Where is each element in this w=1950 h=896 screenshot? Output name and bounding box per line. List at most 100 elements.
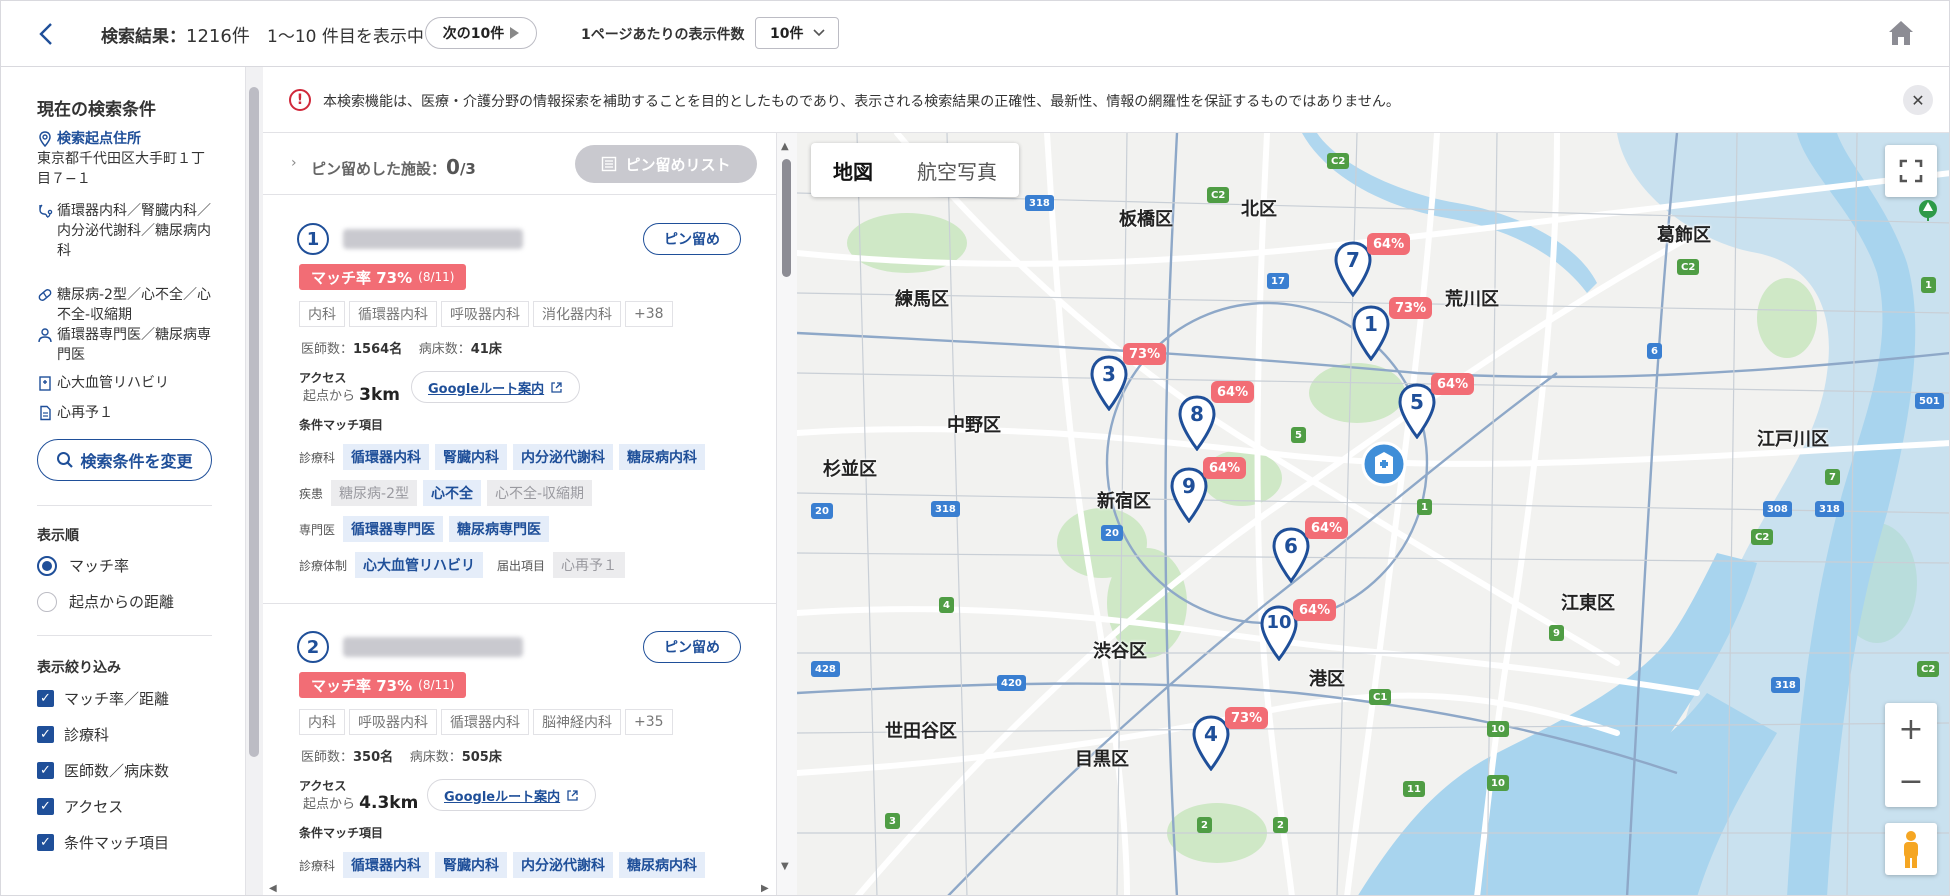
route-shield: 318 — [1815, 501, 1844, 517]
match-chip: 心大血管リハビリ — [355, 552, 484, 578]
per-page-select[interactable]: 10件 — [755, 17, 839, 49]
home-icon[interactable] — [1885, 17, 1917, 49]
map-type-tabs: 地図 航空写真 — [811, 143, 1019, 197]
range-text: 1〜10 件目を表示中 — [267, 27, 424, 47]
filter-match-distance[interactable]: ✓ マッチ率／距離 — [37, 688, 169, 709]
filter-condition-items[interactable]: ✓ 条件マッチ項目 — [37, 832, 169, 853]
scroll-down-arrow-icon[interactable]: ▼ — [781, 861, 789, 872]
street-view-pegman-icon[interactable] — [1885, 823, 1937, 875]
play-triangle-icon — [510, 27, 520, 39]
zoom-in-icon[interactable]: + — [1885, 703, 1937, 755]
next-page-button[interactable]: 次の10件 — [425, 17, 537, 49]
ward-label: 葛飾区 — [1657, 225, 1711, 246]
map-marker[interactable]: 8 — [1177, 395, 1217, 451]
facility-name-blurred[interactable] — [343, 637, 523, 657]
marker-match-badge: 73% — [1389, 297, 1433, 319]
scroll-up-arrow-icon[interactable]: ▲ — [781, 141, 789, 152]
doctors-value: 350名 — [353, 750, 394, 765]
result-card: 1 ピン留め マッチ率 73% (8/11) 内科 循環器内科 呼吸器内科 消化器… — [263, 223, 776, 578]
match-chip: 循環器専門医 — [343, 516, 444, 542]
more-tags[interactable]: +38 — [625, 301, 673, 327]
checkbox-checked[interactable]: ✓ — [37, 762, 54, 779]
condition-specialists: 循環器専門医／糖尿病専門医 — [37, 325, 212, 365]
match-chip: 内分泌代謝科 — [513, 852, 614, 878]
ward-label: 練馬区 — [895, 289, 949, 310]
ward-label: 目黒区 — [1075, 749, 1129, 770]
pinned-count[interactable]: ピン留めした施設：0/3 — [311, 155, 476, 179]
list-scrollbar-thumb[interactable] — [782, 159, 791, 277]
fullscreen-icon[interactable] — [1885, 145, 1937, 197]
route-shield: 10 — [1487, 775, 1509, 791]
pin-button[interactable]: ピン留め — [643, 631, 741, 663]
facility-name-blurred[interactable] — [343, 229, 523, 249]
department-tag: 循環器内科 — [441, 709, 529, 735]
sort-option-match[interactable]: マッチ率 — [37, 555, 129, 576]
match-chip: 腎臓内科 — [435, 444, 508, 470]
filter-doctors-beds[interactable]: ✓ 医師数／病床数 — [37, 760, 169, 781]
unmatched-chip: 糖尿病-2型 — [331, 480, 417, 506]
department-tag: 内科 — [299, 301, 345, 327]
scroll-left-arrow-icon[interactable]: ◀ — [269, 883, 277, 894]
match-chip: 心不全 — [422, 480, 481, 506]
radio-unselected[interactable] — [37, 591, 57, 612]
route-shield: 2 — [1273, 817, 1288, 833]
marker-number: 5 — [1410, 390, 1424, 414]
distance-value: 3km — [359, 385, 401, 405]
pin-button[interactable]: ピン留め — [643, 223, 741, 255]
access-distance: 起点から 4.3km — [303, 793, 418, 813]
map-marker[interactable]: 1 — [1351, 305, 1391, 361]
google-route-button[interactable]: Googleルート案内 — [427, 779, 597, 811]
radio-selected[interactable] — [37, 555, 57, 576]
sort-option-distance[interactable]: 起点からの距離 — [37, 591, 174, 612]
pinned-header: › ピン留めした施設：0/3 ピン留めリスト — [263, 133, 776, 195]
chevron-down-icon — [813, 29, 826, 37]
filter-departments[interactable]: ✓ 診療科 — [37, 724, 109, 745]
ward-label: 杉並区 — [823, 459, 877, 480]
origin-hospital-icon[interactable] — [1361, 441, 1407, 487]
filter-label: 診療科 — [64, 726, 110, 744]
chevron-right-icon[interactable]: › — [291, 155, 297, 171]
search-icon — [57, 452, 74, 468]
marker-match-badge: 64% — [1293, 599, 1337, 621]
checkbox-checked[interactable]: ✓ — [37, 690, 54, 707]
zoom-out-icon[interactable]: − — [1885, 755, 1937, 807]
per-page-label: 1ページあたりの表示件数 — [581, 27, 745, 43]
map-view[interactable]: 318 C2 C2 17 C2 6 501 5 1 318 20 20 7 30… — [797, 133, 1949, 895]
tab-map[interactable]: 地図 — [811, 143, 895, 197]
distance-prefix: 起点から — [303, 389, 356, 404]
google-route-button[interactable]: Googleルート案内 — [411, 371, 581, 403]
sort-option-label: マッチ率 — [69, 557, 130, 575]
marker-match-badge: 73% — [1123, 343, 1167, 365]
checkbox-checked[interactable]: ✓ — [37, 726, 54, 743]
close-icon[interactable]: ✕ — [1903, 85, 1933, 115]
marker-match-badge: 64% — [1367, 233, 1411, 255]
doctors-value: 1564名 — [353, 342, 403, 357]
card-divider — [263, 603, 776, 604]
ward-label: 江戸川区 — [1757, 429, 1829, 450]
condition-notification: 心再予１ — [37, 403, 212, 423]
pin-list-button[interactable]: ピン留めリスト — [575, 145, 757, 183]
unmatched-chip: 心再予１ — [553, 552, 626, 578]
match-chip: 内分泌代謝科 — [513, 444, 614, 470]
match-rate-badge: マッチ率 73% (8/11) — [299, 264, 467, 290]
sidebar-scrollbar-thumb[interactable] — [249, 87, 259, 757]
tab-aerial[interactable]: 航空写真 — [895, 143, 1019, 197]
route-shield: 11 — [1403, 781, 1425, 797]
scroll-right-arrow-icon[interactable]: ▶ — [761, 883, 769, 894]
route-shield: C2 — [1327, 153, 1350, 169]
beds-label: 病床数： — [409, 750, 462, 765]
checkbox-checked[interactable]: ✓ — [37, 798, 54, 815]
tree-icon — [1919, 200, 1937, 221]
map-marker[interactable]: 3 — [1089, 355, 1129, 411]
ward-label: 世田谷区 — [885, 721, 957, 742]
match-row-diseases: 疾患 糖尿病-2型 心不全 心不全-収縮期 — [299, 480, 593, 506]
route-shield: 318 — [1771, 677, 1800, 693]
pinned-max: /3 — [459, 160, 476, 178]
next-page-label: 次の10件 — [442, 26, 505, 42]
checkbox-checked[interactable]: ✓ — [37, 834, 54, 851]
department-tag: 脳神経内科 — [533, 709, 621, 735]
back-arrow-icon[interactable] — [31, 19, 61, 49]
more-tags[interactable]: +35 — [625, 709, 673, 735]
change-conditions-button[interactable]: 検索条件を変更 — [37, 439, 212, 481]
filter-access[interactable]: ✓ アクセス — [37, 796, 123, 817]
